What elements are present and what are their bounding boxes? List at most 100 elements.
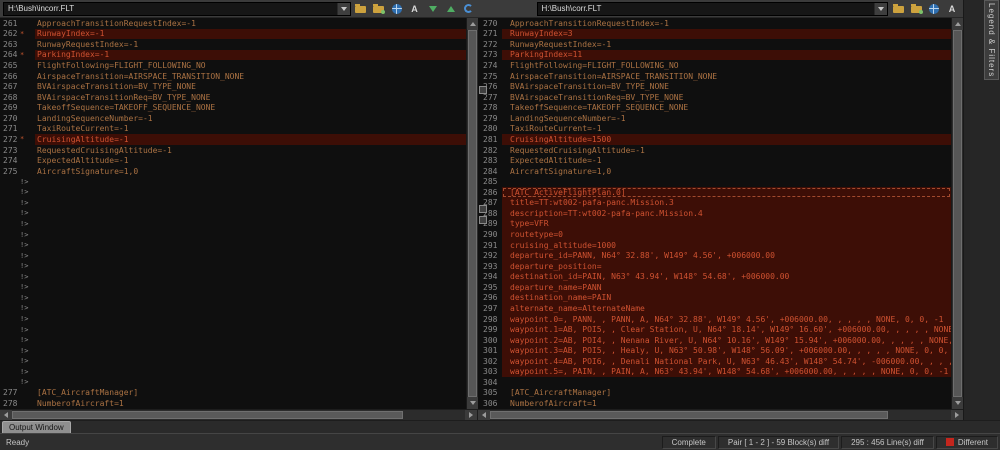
right-horizontal-scrollbar[interactable] — [478, 409, 963, 420]
scrollbar-thumb[interactable] — [490, 411, 888, 419]
diff-block-marker-icon[interactable] — [479, 216, 487, 224]
scroll-left-button[interactable] — [0, 410, 12, 420]
browse-right-folder-button[interactable] — [908, 1, 924, 16]
code-line[interactable]: 270LandingSequenceNumber=-1 — [0, 113, 466, 124]
filler-line[interactable]: !> — [0, 293, 466, 304]
filler-line[interactable]: !> — [0, 272, 466, 283]
scroll-right-button[interactable] — [951, 410, 963, 420]
code-line[interactable]: 290routetype=0 — [478, 229, 951, 240]
scroll-down-button[interactable] — [952, 397, 963, 409]
code-line[interactable]: 294destination_id=PAIN, N63° 43.94', W14… — [478, 272, 951, 283]
code-line[interactable]: 280TaxiRouteCurrent=-1 — [478, 124, 951, 135]
code-line[interactable]: 266AirspaceTransition=AIRSPACE_TRANSITIO… — [0, 71, 466, 82]
filler-line[interactable]: !> — [0, 250, 466, 261]
code-line[interactable]: 295departure_name=PANN — [478, 282, 951, 293]
code-line[interactable]: 289type=VFR — [478, 219, 951, 230]
filler-line[interactable]: !> — [0, 345, 466, 356]
left-file-pane[interactable]: 261ApproachTransitionRequestIndex=-1262*… — [0, 18, 466, 409]
code-line[interactable]: 285 — [478, 176, 951, 187]
code-line[interactable]: 293departure_position= — [478, 261, 951, 272]
diff-block-marker-icon[interactable] — [479, 86, 487, 94]
filler-line[interactable]: !> — [0, 240, 466, 251]
code-line[interactable]: 303waypoint.5=, PAIN, , PAIN, A, N63° 43… — [478, 367, 951, 378]
filler-line[interactable]: !> — [0, 208, 466, 219]
code-line[interactable]: 297alternate_name=AlternateName — [478, 303, 951, 314]
filler-line[interactable]: !> — [0, 367, 466, 378]
output-window-tab[interactable]: Output Window — [2, 421, 71, 433]
filler-line[interactable]: !> — [0, 261, 466, 272]
code-line[interactable]: 277BVAirspaceTransitionReq=BV_TYPE_NONE — [478, 92, 951, 103]
code-line[interactable]: 304 — [478, 377, 951, 388]
code-line[interactable]: 267BVAirspaceTransition=BV_TYPE_NONE — [0, 81, 466, 92]
code-line[interactable]: 292departure_id=PANN, N64° 32.88', W149°… — [478, 250, 951, 261]
code-line[interactable]: 286[ATC_ActiveFlightPlan.0] — [478, 187, 951, 198]
filler-line[interactable]: !> — [0, 176, 466, 187]
filler-line[interactable]: !> — [0, 219, 466, 230]
scrollbar-thumb[interactable] — [468, 30, 477, 397]
code-line[interactable]: 291cruising_altitude=1000 — [478, 240, 951, 251]
right-font-button[interactable]: A — [944, 1, 960, 16]
right-file-pane[interactable]: 270ApproachTransitionRequestIndex=-1271R… — [478, 18, 951, 409]
scrollbar-thumb[interactable] — [953, 30, 962, 397]
filler-line[interactable]: !> — [0, 282, 466, 293]
legend-filters-tab[interactable]: Legend & Filters — [984, 0, 999, 80]
code-line[interactable]: 283ExpectedAltitude=-1 — [478, 155, 951, 166]
code-line[interactable]: 288description=TT:wt002-pafa-panc.Missio… — [478, 208, 951, 219]
open-right-file-button[interactable] — [890, 1, 906, 16]
filler-line[interactable]: !> — [0, 335, 466, 346]
code-line[interactable]: 287title=TT:wt002-pafa-panc.Mission.3 — [478, 198, 951, 209]
code-line[interactable]: 271TaxiRouteCurrent=-1 — [0, 124, 466, 135]
code-line[interactable]: 302waypoint.4=AB, POI6, , Denali Nationa… — [478, 356, 951, 367]
prev-diff-button[interactable] — [443, 1, 459, 16]
code-line[interactable]: 270ApproachTransitionRequestIndex=-1 — [478, 18, 951, 29]
code-line[interactable]: 272RunwayRequestIndex=-1 — [478, 39, 951, 50]
code-line[interactable]: 269TakeoffSequence=TAKEOFF_SEQUENCE_NONE — [0, 103, 466, 114]
code-line[interactable]: 277[ATC_AircraftManager] — [0, 388, 466, 399]
code-line[interactable]: 264*ParkingIndex=-1 — [0, 50, 466, 61]
open-left-file-button[interactable] — [353, 1, 369, 16]
code-line[interactable]: 261ApproachTransitionRequestIndex=-1 — [0, 18, 466, 29]
next-diff-button[interactable] — [425, 1, 441, 16]
scroll-up-button[interactable] — [952, 18, 963, 30]
code-line[interactable]: 300waypoint.2=AB, POI4, , Nenana River, … — [478, 335, 951, 346]
filler-line[interactable]: !> — [0, 314, 466, 325]
code-line[interactable]: 305[ATC_AircraftManager] — [478, 388, 951, 399]
scrollbar-thumb[interactable] — [12, 411, 403, 419]
code-line[interactable]: 274ExpectedAltitude=-1 — [0, 155, 466, 166]
filler-line[interactable]: !> — [0, 229, 466, 240]
filler-line[interactable]: !> — [0, 356, 466, 367]
right-file-dropdown-button[interactable] — [874, 3, 887, 15]
filler-line[interactable]: !> — [0, 324, 466, 335]
filler-line[interactable]: !> — [0, 187, 466, 198]
diff-block-marker-icon[interactable] — [479, 205, 487, 213]
filler-line[interactable]: !> — [0, 303, 466, 314]
code-line[interactable]: 275AircraftSignature=1,0 — [0, 166, 466, 177]
scroll-right-button[interactable] — [465, 410, 477, 420]
code-line[interactable]: 282RequestedCruisingAltitude=-1 — [478, 145, 951, 156]
code-line[interactable]: 296destination_name=PAIN — [478, 293, 951, 304]
code-line[interactable]: 275AirspaceTransition=AIRSPACE_TRANSITIO… — [478, 71, 951, 82]
code-line[interactable]: 301waypoint.3=AB, POI5, , Healy, U, N63°… — [478, 345, 951, 356]
code-line[interactable]: 276BVAirspaceTransition=BV_TYPE_NONE — [478, 81, 951, 92]
code-line[interactable]: 279LandingSequenceNumber=-1 — [478, 113, 951, 124]
code-line[interactable]: 271RunwayIndex=3 — [478, 29, 951, 40]
code-line[interactable]: 263RunwayRequestIndex=-1 — [0, 39, 466, 50]
code-line[interactable]: 298waypoint.0=, PANN, , PANN, A, N64° 32… — [478, 314, 951, 325]
left-file-dropdown-button[interactable] — [337, 3, 350, 15]
code-line[interactable]: 278TakeoffSequence=TAKEOFF_SEQUENCE_NONE — [478, 103, 951, 114]
right-vertical-scrollbar[interactable] — [951, 18, 963, 409]
left-vertical-scrollbar[interactable] — [466, 18, 478, 409]
left-horizontal-scrollbar[interactable] — [0, 409, 478, 420]
code-line[interactable]: 284AircraftSignature=1,0 — [478, 166, 951, 177]
left-web-button[interactable] — [389, 1, 405, 16]
code-line[interactable]: 262*RunwayIndex=-1 — [0, 29, 466, 40]
code-line[interactable]: 272*CruisingAltitude=-1 — [0, 134, 466, 145]
filler-line[interactable]: !> — [0, 377, 466, 388]
code-line[interactable]: 274FlightFollowing=FLIGHT_FOLLOWING_NO — [478, 60, 951, 71]
code-line[interactable]: 268BVAirspaceTransitionReq=BV_TYPE_NONE — [0, 92, 466, 103]
filler-line[interactable]: !> — [0, 198, 466, 209]
right-file-combobox[interactable]: H:\Bush\corr.FLT — [537, 2, 888, 16]
code-line[interactable]: 273RequestedCruisingAltitude=-1 — [0, 145, 466, 156]
code-line[interactable]: 265FlightFollowing=FLIGHT_FOLLOWING_NO — [0, 60, 466, 71]
right-web-button[interactable] — [926, 1, 942, 16]
